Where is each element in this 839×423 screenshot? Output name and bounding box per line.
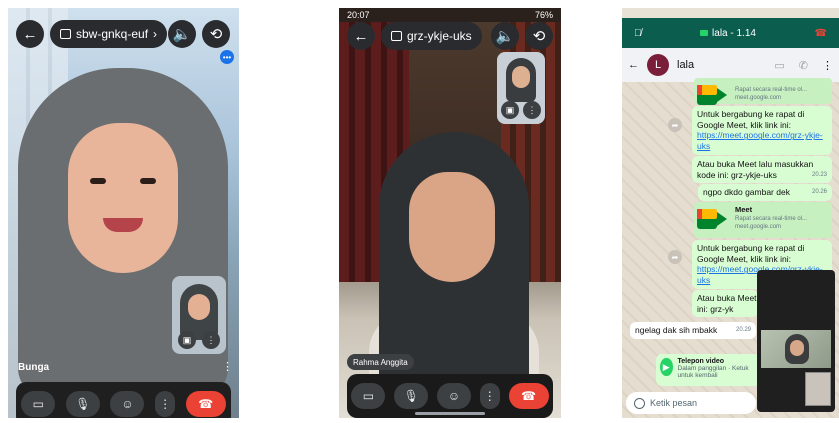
emoji-icon: ☺ xyxy=(121,397,134,411)
meeting-code: grz-ykje-uks xyxy=(407,29,472,43)
video-call-card[interactable]: ▶ Telepon video Dalam panggilan · Ketuk … xyxy=(656,354,760,386)
back-arrow-icon[interactable]: ← xyxy=(16,20,44,48)
more-options-button[interactable]: ⋮ xyxy=(155,391,176,417)
message-time: 20.29 xyxy=(735,327,751,333)
video-icon xyxy=(700,30,709,36)
meet-call-screen-1: ← sbw-gnkq-euf › 🔈 ⟲ ••• ▣ ⋮ Bunga ⋮ ▭ 🎙… xyxy=(8,8,239,418)
end-call-button[interactable]: ☎ xyxy=(508,383,549,409)
card-domain: meet.google.com xyxy=(735,223,782,230)
meeting-code-chip[interactable]: grz-ykje-uks xyxy=(381,22,482,50)
pip-effects-icon[interactable]: ▣ xyxy=(178,331,196,349)
message-text: Atau buka Meet lalu masukkan kode ini: g… xyxy=(697,293,758,314)
speaker-icon[interactable]: 🔈 xyxy=(491,22,519,50)
message-time: 20.26 xyxy=(811,189,827,195)
more-vert-icon[interactable]: ⋮ xyxy=(822,59,833,72)
calendar-icon xyxy=(391,31,402,41)
pip-more-icon[interactable]: ⋮ xyxy=(202,331,220,349)
google-meet-logo xyxy=(697,205,729,233)
more-vert-icon[interactable]: ⋮ xyxy=(222,360,233,373)
end-call-button[interactable]: ☎ xyxy=(185,391,226,417)
switch-camera-icon[interactable]: ⟲ xyxy=(525,22,553,50)
card-subtitle: Rapat secara real-time ol... xyxy=(735,215,808,222)
video-call-subtitle: Dalam panggilan · Ketuk untuk kembali xyxy=(677,365,749,379)
ongoing-call-banner[interactable]: 🎙̸ lala - 1.14 ☎ xyxy=(622,18,839,48)
end-call-icon[interactable]: ☎ xyxy=(815,28,827,39)
chevron-right-icon: › xyxy=(153,27,158,41)
message-text: Atau buka Meet lalu masukkan kode ini: g… xyxy=(697,159,814,180)
whatsapp-chat-screen: 🎙̸ lala - 1.14 ☎ ← L lala ▭ ✆ ⋮ Rapat se… xyxy=(622,8,839,418)
card-subtitle: Rapat secara real-time ol... xyxy=(735,87,808,93)
back-arrow-icon[interactable]: ← xyxy=(628,59,639,71)
status-time: 20:07 xyxy=(347,10,370,20)
forward-icon[interactable]: ➦ xyxy=(668,250,682,264)
battery-level: 76% xyxy=(534,10,553,20)
message-bubble[interactable]: ngpo dkdo gambar dek 20.26 xyxy=(698,184,832,201)
call-control-bar: ▭ 🎙 ☺ ⋮ ☎ xyxy=(16,382,231,418)
phone-icon[interactable]: ✆ xyxy=(799,59,808,72)
remote-video-participant xyxy=(18,68,228,418)
input-placeholder: Ketik pesan xyxy=(650,398,698,408)
reactions-button[interactable]: ☺ xyxy=(436,383,471,409)
camera-icon: ▭ xyxy=(362,389,375,403)
card-domain: meet.google.com xyxy=(735,94,782,101)
call-banner-text: lala - 1.14 xyxy=(712,27,756,39)
message-input[interactable]: Ketik pesan xyxy=(626,392,756,414)
message-bubble[interactable]: Untuk bergabung ke rapat di Google Meet,… xyxy=(692,106,832,155)
end-call-icon: ☎ xyxy=(198,397,214,411)
camera-toggle-button[interactable]: ▭ xyxy=(21,391,56,417)
camera-toggle-button[interactable]: ▭ xyxy=(351,383,386,409)
reactions-button[interactable]: ☺ xyxy=(110,391,145,417)
message-bubble-incoming[interactable]: ngelag dak sih mbakk 20.29 xyxy=(630,322,756,339)
self-view-pip[interactable]: ▣ ⋮ xyxy=(497,52,545,124)
meet-call-screen-2: 20:07 76% ← grz-ykje-uks 🔈 ⟲ ▣ ⋮ Rahma A… xyxy=(339,8,561,418)
video-call-icon[interactable]: ▭ xyxy=(774,59,784,72)
message-bubble[interactable]: Atau buka Meet lalu masukkan kode ini: g… xyxy=(692,290,758,318)
self-view-thumbnail[interactable] xyxy=(805,372,831,406)
end-call-icon: ☎ xyxy=(521,389,537,403)
message-bubble[interactable]: Atau buka Meet lalu masukkan kode ini: g… xyxy=(692,156,832,184)
more-options-button[interactable]: ⋮ xyxy=(479,383,500,409)
meeting-code: sbw-gnkq-euf xyxy=(76,27,149,41)
more-vert-icon: ⋮ xyxy=(159,397,172,411)
mic-muted-icon[interactable]: 🎙̸ xyxy=(634,28,642,39)
meeting-code-chip[interactable]: sbw-gnkq-euf › xyxy=(50,20,168,48)
link-preview-card[interactable]: Rapat secara real-time ol... meet.google… xyxy=(694,78,832,105)
forward-icon[interactable]: ➦ xyxy=(668,118,682,132)
message-text: ngpo dkdo gambar dek xyxy=(703,187,790,197)
participant-name: Bunga xyxy=(18,362,50,373)
speaker-icon[interactable]: 🔈 xyxy=(168,20,196,48)
mic-icon: 🎙 xyxy=(75,397,91,411)
video-call-title: Telepon video xyxy=(677,358,725,365)
chat-header: ← L lala ▭ ✆ ⋮ xyxy=(622,48,839,82)
emoji-icon: ☺ xyxy=(447,389,461,403)
participant-name: Rahma Anggita xyxy=(347,354,414,370)
mic-toggle-button[interactable]: 🎙 xyxy=(65,391,100,417)
message-text: Untuk bergabung ke rapat di Google Meet,… xyxy=(697,243,805,264)
avatar[interactable]: L xyxy=(647,54,669,76)
link-preview-card[interactable]: Meet Rapat secara real-time ol... meet.g… xyxy=(694,202,832,238)
calendar-icon xyxy=(60,29,71,39)
more-dots-icon[interactable]: ••• xyxy=(220,50,234,64)
message-text: ngelag dak sih mbakk xyxy=(635,325,718,335)
mic-toggle-button[interactable]: 🎙 xyxy=(394,383,429,409)
message-text: Untuk bergabung ke rapat di Google Meet,… xyxy=(697,109,805,130)
gesture-bar xyxy=(415,412,485,415)
more-vert-icon: ⋮ xyxy=(483,389,496,403)
card-title: Meet xyxy=(735,205,753,214)
meet-link[interactable]: https://meet.google.com/grz-ykje-uks xyxy=(697,130,823,151)
switch-camera-icon[interactable]: ⟲ xyxy=(202,20,230,48)
contact-name[interactable]: lala xyxy=(677,59,694,71)
google-meet-logo xyxy=(697,81,729,105)
floating-video-call-window[interactable] xyxy=(757,270,835,412)
camera-icon: ▭ xyxy=(32,397,44,411)
video-call-icon: ▶ xyxy=(660,358,673,376)
mic-icon: 🎙 xyxy=(403,389,419,403)
back-arrow-icon[interactable]: ← xyxy=(347,22,375,50)
emoji-icon[interactable] xyxy=(634,397,645,409)
message-time: 20.23 xyxy=(811,171,827,178)
pip-effects-icon[interactable]: ▣ xyxy=(501,101,519,119)
pip-more-icon[interactable]: ⋮ xyxy=(523,101,541,119)
status-bar: 20:07 76% xyxy=(339,8,561,22)
self-view-pip[interactable]: ▣ ⋮ xyxy=(172,276,226,354)
